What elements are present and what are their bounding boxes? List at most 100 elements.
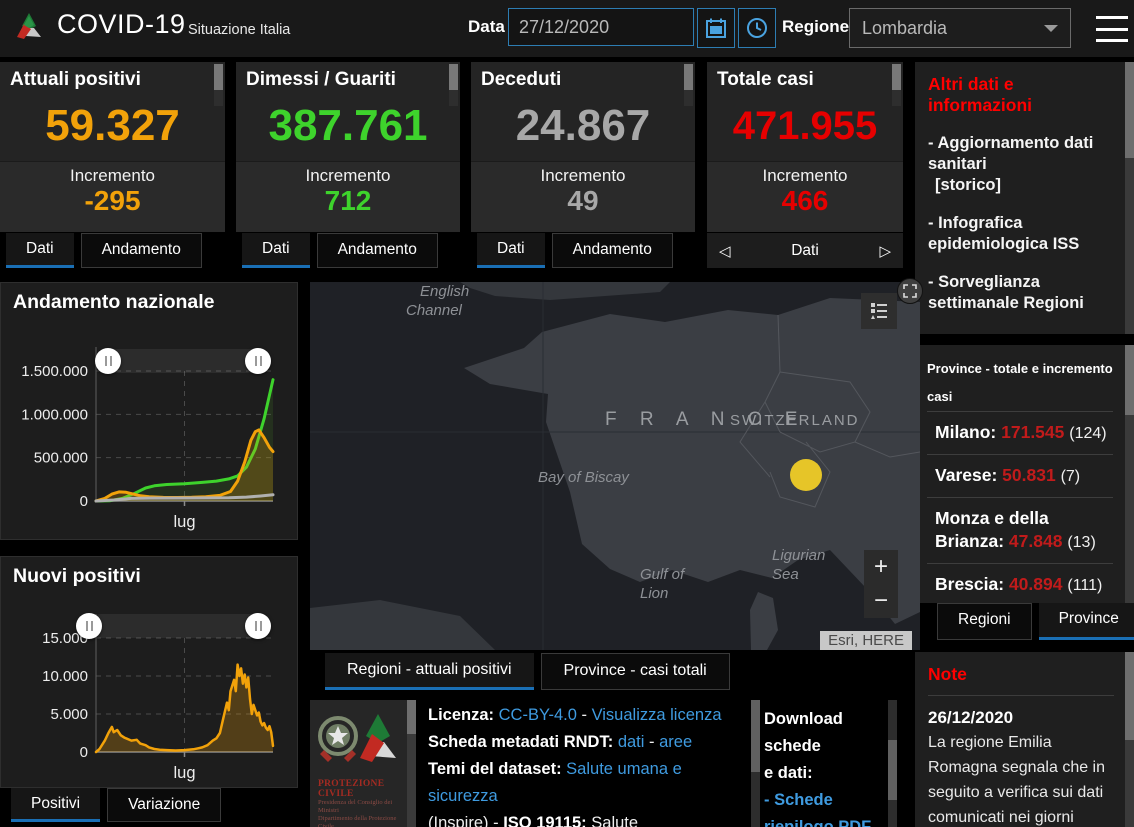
tab-variazione[interactable]: Variazione (107, 788, 222, 822)
map[interactable]: English Channel Bay of Biscay F R A N C E… (310, 282, 920, 650)
panel-andamento-nazionale: Andamento nazionale 0 500.000 1.000.000 1.5… (0, 282, 298, 540)
note-date: 26/12/2020 (928, 708, 1014, 727)
license-line: Temi del dataset: Salute umana e sicurez… (428, 760, 682, 805)
tab-dati[interactable]: Dati (477, 233, 545, 268)
logo-sub-text: Presidenza del Consiglio dei Ministri (318, 799, 393, 814)
andamento-chart: 0 500.000 1.000.000 1.500.000 lug (21, 347, 275, 531)
link-infografica-iss[interactable]: - Infografica epidemiologica ISS (928, 213, 1100, 255)
card-scrollbar[interactable] (684, 64, 693, 106)
map-canvas (310, 282, 920, 650)
tab-province[interactable]: Province (1038, 603, 1134, 640)
tab-province-casi-totali[interactable]: Province - casi totali (540, 653, 730, 690)
province-row: Monza e della Brianza: 47.848 (13) (927, 497, 1113, 563)
time-range-slider[interactable] (101, 349, 265, 373)
logo-sub-text: Dipartimento della Protezione Civile (318, 815, 397, 827)
card1-tabs: Dati Andamento (6, 233, 209, 268)
panel-altri-dati: Altri dati e informazioni - Aggiornament… (915, 62, 1134, 334)
menu-button[interactable] (1096, 16, 1128, 42)
map-label-switzerland: SWITZERLAND (730, 412, 860, 429)
slider-handle-left[interactable] (95, 348, 121, 374)
link-dati[interactable]: dati (618, 733, 645, 751)
page-title: COVID-19 (57, 9, 186, 39)
scrollbar[interactable] (407, 700, 416, 827)
tab-regioni-attuali-positivi[interactable]: Regioni - attuali positivi (325, 653, 534, 690)
card-title: Totale casi (717, 69, 814, 90)
chart-title: Andamento nazionale (13, 291, 215, 313)
time-button[interactable] (738, 8, 776, 48)
link-schede-riepilogo-pdf[interactable]: - Schede riepilogo PDF (764, 787, 892, 827)
card4-tabbar: ◁ Dati ▷ (707, 233, 903, 268)
tab-andamento[interactable]: Andamento (551, 233, 673, 268)
legend-icon (871, 303, 887, 319)
tab-dati[interactable]: Dati (791, 242, 819, 260)
scrollbar[interactable] (1125, 345, 1134, 603)
date-input[interactable] (508, 8, 694, 46)
header: COVID-19 Situazione Italia Data Regione … (0, 0, 1134, 57)
license-line: Licenza: CC-BY-4.0 - Visualizza licenza (428, 706, 722, 724)
tab-andamento[interactable]: Andamento (80, 233, 202, 268)
card2-tabs: Dati Andamento (242, 233, 445, 268)
scrollbar[interactable] (888, 700, 897, 827)
map-label-ligurian-sea: Ligurian Sea (772, 547, 826, 583)
chart-title: Nuovi positivi (13, 565, 141, 587)
scrollbar[interactable] (751, 700, 760, 827)
card3-tabs: Dati Andamento (477, 233, 680, 268)
card-value: 387.761 (268, 101, 428, 150)
incremento-value: 712 (324, 185, 372, 216)
scrollbar[interactable] (1125, 652, 1134, 827)
incremento-value: 49 (567, 185, 599, 216)
province-row: Milano: 171.545 (124) (927, 411, 1113, 454)
link-sorveglianza-regioni[interactable]: - Sorveglianza settimanale Regioni (928, 272, 1100, 314)
region-marker-lombardia[interactable] (790, 459, 822, 491)
nuovi-positivi-chart: 05.00010.00015.000lug (42, 614, 275, 782)
license-line: Scheda metadati RNDT: dati - aree (428, 733, 693, 751)
svg-text:0: 0 (80, 493, 88, 510)
card-scrollbar[interactable] (449, 64, 458, 106)
link-aree[interactable]: aree (659, 733, 692, 751)
card-scrollbar[interactable] (214, 64, 223, 106)
incremento-label: Incremento (762, 166, 848, 185)
slider-handle-right[interactable] (245, 348, 271, 374)
card-value: 471.955 (732, 103, 878, 148)
link-aggiornamento-clipped[interactable]: - Aggiornamento dati sanitari (928, 331, 1100, 334)
card-scrollbar[interactable] (892, 64, 901, 106)
svg-text:1.500.000: 1.500.000 (21, 363, 88, 380)
calendar-button[interactable] (697, 8, 735, 48)
prev-arrow-button[interactable]: ◁ (719, 242, 731, 260)
scrollbar[interactable] (1125, 62, 1134, 334)
chevron-down-icon (1044, 24, 1058, 32)
tab-andamento[interactable]: Andamento (316, 233, 438, 268)
zoom-in-button[interactable]: + (864, 550, 898, 584)
tab-positivi[interactable]: Positivi (11, 788, 101, 822)
map-tabs: Regioni - attuali positivi Province - ca… (325, 653, 737, 690)
link-cc-by[interactable]: CC-BY-4.0 (499, 706, 577, 724)
license-line: (Inspire) - ISO 19115: Salute (428, 814, 639, 827)
panel-note: Note 26/12/2020 La regione Emilia Romagn… (915, 652, 1134, 827)
svg-text:1.000.000: 1.000.000 (21, 406, 88, 423)
map-zoom-control: + − (864, 550, 898, 618)
province-tabs: Regioni Province (915, 603, 1134, 640)
regione-label: Regione (782, 17, 850, 36)
expand-map-button[interactable] (897, 278, 923, 304)
card-attuali-positivi: Attuali positivi 59.327 Incremento -295 (0, 62, 225, 232)
card-value: 24.867 (515, 101, 651, 150)
slider-handle-right[interactable] (245, 613, 271, 639)
protezione-civile-logo (318, 714, 396, 762)
slider-handle-left[interactable] (76, 613, 102, 639)
note-title: Note (928, 664, 967, 684)
tab-dati[interactable]: Dati (242, 233, 310, 268)
card-deceduti: Deceduti 24.867 Incremento 49 (471, 62, 695, 232)
app-logo-icon (17, 13, 41, 39)
legend-button[interactable] (861, 293, 897, 329)
regione-select[interactable]: Lombardia (849, 8, 1071, 48)
zoom-out-button[interactable]: − (864, 584, 898, 618)
tab-dati[interactable]: Dati (6, 233, 74, 268)
tab-regioni[interactable]: Regioni (937, 603, 1032, 640)
link-visualizza-licenza[interactable]: Visualizza licenza (592, 706, 722, 724)
time-range-slider[interactable] (89, 614, 265, 638)
province-row: Brescia: 40.894 (111) (927, 563, 1113, 606)
card-value: 59.327 (45, 101, 180, 150)
svg-text:lug: lug (173, 764, 195, 782)
next-arrow-button[interactable]: ▷ (879, 242, 891, 260)
link-aggiornamento-dati-sanitari[interactable]: - Aggiornamento dati sanitari [storico] (928, 133, 1100, 196)
